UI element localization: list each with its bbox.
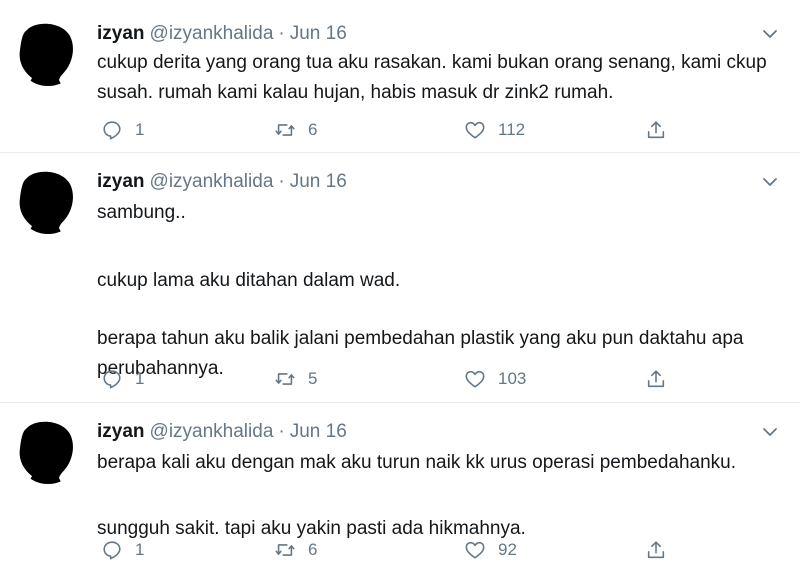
heart-icon: [465, 121, 485, 139]
heart-icon: [465, 370, 485, 388]
like-button[interactable]: 103: [464, 367, 526, 391]
share-button[interactable]: [645, 538, 667, 562]
tweet-date[interactable]: Jun 16: [290, 421, 347, 442]
like-count: 103: [498, 369, 527, 388]
tweet-paragraph: berapa kali aku dengan mak aku turun nai…: [97, 452, 737, 473]
reply-button[interactable]: 1: [101, 538, 144, 562]
retweet-button[interactable]: 6: [274, 538, 317, 562]
share-icon: [647, 541, 665, 559]
tweet-divider: [0, 402, 800, 403]
tweet-actions: 1 6 112: [97, 118, 697, 142]
user-handle[interactable]: @izyankhalida: [150, 171, 274, 192]
reply-count: 1: [135, 120, 145, 139]
chevron-down-icon[interactable]: [760, 172, 780, 192]
retweet-button[interactable]: 6: [274, 118, 317, 142]
avatar[interactable]: [16, 170, 80, 234]
user-handle[interactable]: @izyankhalida: [150, 23, 274, 44]
like-button[interactable]: 112: [464, 118, 525, 142]
retweet-icon: [275, 544, 295, 556]
retweet-icon: [275, 124, 295, 136]
retweet-count: 6: [308, 540, 318, 559]
tweet-date[interactable]: Jun 16: [290, 23, 347, 44]
reply-button[interactable]: 1: [101, 118, 144, 142]
tweet-header: izyan @izyankhalida · Jun 16: [97, 420, 347, 444]
reply-button[interactable]: 1: [101, 367, 144, 391]
tweet-text: sambung.. cukup lama aku ditahan dalam w…: [97, 198, 777, 384]
tweet-actions: 1 5 103: [97, 367, 697, 391]
reply-icon: [103, 121, 121, 140]
chevron-down-icon[interactable]: [760, 24, 780, 44]
reply-icon: [103, 541, 121, 560]
display-name[interactable]: izyan: [97, 23, 145, 44]
tweet-1[interactable]: izyan @izyankhalida · Jun 16 cukup derita y…: [0, 22, 800, 152]
tweet-header: izyan @izyankhalida · Jun 16: [97, 22, 347, 46]
reply-icon: [103, 370, 121, 389]
tweet-text: cukup derita yang orang tua aku rasakan.…: [97, 48, 777, 108]
tweet-divider: [0, 152, 800, 153]
tweet-paragraph: sambung..: [97, 202, 186, 223]
tweet-2[interactable]: izyan @izyankhalida · Jun 16 sambung.. cuku…: [0, 170, 800, 400]
share-icon: [647, 121, 665, 139]
separator-dot: ·: [278, 171, 285, 192]
tweet-actions: 1 6 92: [97, 538, 697, 562]
heart-icon: [465, 541, 485, 559]
reply-count: 1: [135, 369, 145, 388]
separator-dot: ·: [278, 23, 285, 44]
tweet-paragraph: cukup derita yang orang tua aku rasakan.…: [97, 52, 767, 103]
tweet-header: izyan @izyankhalida · Jun 16: [97, 170, 347, 194]
like-count: 112: [498, 120, 526, 139]
display-name[interactable]: izyan: [97, 171, 145, 192]
separator-dot: ·: [278, 421, 285, 442]
retweet-button[interactable]: 5: [274, 367, 317, 391]
retweet-count: 6: [308, 120, 318, 139]
tweet-text: berapa kali aku dengan mak aku turun nai…: [97, 448, 777, 544]
share-icon: [647, 370, 665, 388]
retweet-count: 5: [308, 369, 318, 388]
retweet-icon: [275, 373, 295, 385]
tweet-paragraph: cukup lama aku ditahan dalam wad.: [97, 270, 401, 291]
chevron-down-icon[interactable]: [760, 422, 780, 442]
user-handle[interactable]: @izyankhalida: [150, 421, 274, 442]
tweet-date[interactable]: Jun 16: [290, 171, 347, 192]
like-count: 92: [498, 540, 517, 559]
avatar[interactable]: [16, 420, 80, 484]
share-button[interactable]: [645, 118, 667, 142]
avatar[interactable]: [16, 22, 80, 86]
share-button[interactable]: [645, 367, 667, 391]
tweet-3[interactable]: izyan @izyankhalida · Jun 16 berapa kali ak…: [0, 420, 800, 576]
reply-count: 1: [135, 540, 145, 559]
like-button[interactable]: 92: [464, 538, 517, 562]
display-name[interactable]: izyan: [97, 421, 145, 442]
